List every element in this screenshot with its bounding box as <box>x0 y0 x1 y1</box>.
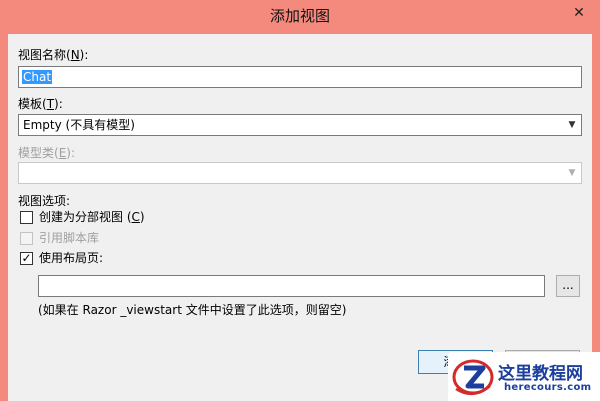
dialog-title: 添加视图 <box>269 7 330 25</box>
template-label-text: 模板( <box>18 97 47 111</box>
view-name-value: Chat <box>22 70 53 84</box>
view-name-input[interactable]: Chat <box>18 66 582 88</box>
watermark-title: 这里教程网 <box>498 364 583 384</box>
add-view-dialog: 添加视图 ✕ 视图名称(N): Chat 模板(T): Empty (不具有模型… <box>0 0 600 401</box>
watermark-url: herecours.com <box>504 382 592 393</box>
model-class-dropdown: ▼ <box>18 162 582 184</box>
watermark-logo-icon <box>452 359 494 395</box>
model-class-label-suffix: ): <box>66 146 76 160</box>
partial-view-checkbox[interactable] <box>20 211 33 224</box>
partial-view-label-text: 创建为分部视图 ( <box>39 210 132 224</box>
view-name-label: 视图名称(N): <box>18 47 88 63</box>
close-icon: ✕ <box>573 5 585 21</box>
watermark: 这里教程网 herecours.com <box>448 352 600 401</box>
checkmark-icon: ✓ <box>21 251 32 265</box>
dialog-body: 视图名称(N): Chat 模板(T): Empty (不具有模型) ▼ 模型类… <box>8 34 592 401</box>
script-libs-label: 引用脚本库 <box>39 231 100 245</box>
template-selected-value: Empty (不具有模型) <box>23 118 135 132</box>
view-name-label-text: 视图名称( <box>18 48 71 62</box>
script-libs-checkbox <box>20 232 33 245</box>
view-name-accesskey: N <box>70 48 80 62</box>
view-name-label-suffix: ): <box>79 48 89 62</box>
view-options-header: 视图选项: <box>18 194 71 208</box>
layout-hint: (如果在 Razor _viewstart 文件中设置了此选项，则留空) <box>38 303 347 317</box>
partial-view-accesskey: C <box>131 210 140 224</box>
template-accesskey: T <box>46 97 55 111</box>
use-layout-label[interactable]: 使用布局页: <box>39 250 103 266</box>
chevron-down-icon: ▼ <box>568 168 576 178</box>
template-dropdown[interactable]: Empty (不具有模型) ▼ <box>18 114 582 136</box>
partial-view-label[interactable]: 创建为分部视图 (C) <box>39 209 145 225</box>
template-label-suffix: ): <box>54 97 63 111</box>
browse-layout-button[interactable]: ... <box>556 275 580 297</box>
title-bar[interactable]: 添加视图 ✕ <box>0 0 600 34</box>
partial-view-label-suffix: ) <box>139 210 145 224</box>
close-button[interactable]: ✕ <box>568 4 590 22</box>
use-layout-checkbox[interactable]: ✓ <box>20 252 33 265</box>
model-class-label: 模型类(E): <box>18 145 75 161</box>
model-class-label-text: 模型类( <box>18 146 59 160</box>
template-label: 模板(T): <box>18 96 63 112</box>
layout-path-input[interactable] <box>38 275 545 297</box>
chevron-down-icon: ▼ <box>568 120 576 130</box>
